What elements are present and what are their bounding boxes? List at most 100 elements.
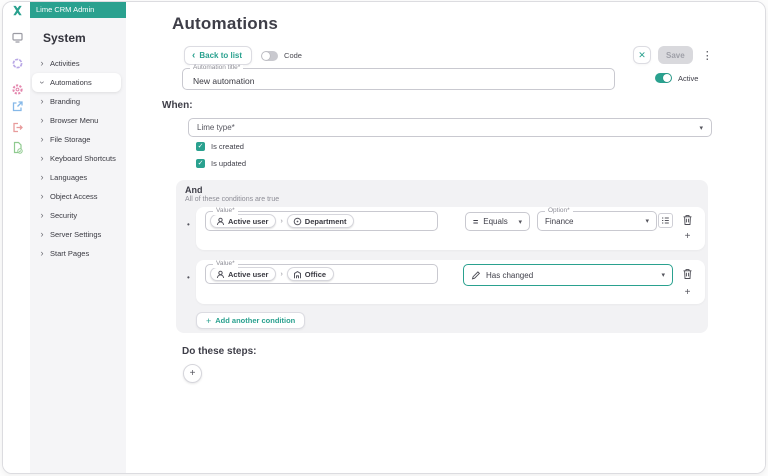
- add-another-condition-button[interactable]: + Add another condition: [196, 312, 306, 329]
- chip-label: Active user: [228, 269, 269, 279]
- conditions-container: And All of these conditions are true • V…: [176, 180, 708, 333]
- close-icon: ✕: [638, 49, 646, 60]
- chevron-right-icon: ›: [40, 134, 44, 144]
- sidebar-item-keyboard-shortcuts[interactable]: › Keyboard Shortcuts: [32, 149, 121, 168]
- app-window: Lime CRM Admin System › Activities › Autom…: [2, 1, 766, 474]
- office-icon: [293, 270, 301, 278]
- sidebar-item-security[interactable]: › Security: [32, 206, 121, 225]
- chevron-down-icon: ▾: [661, 272, 665, 279]
- sidebar-item-label: Browser Menu: [50, 116, 99, 125]
- operator-select[interactable]: = Equals ▾: [465, 212, 530, 231]
- delete-condition-button[interactable]: [682, 214, 693, 226]
- sidebar-heading: System: [43, 31, 86, 45]
- close-button[interactable]: ✕: [633, 46, 651, 64]
- chevron-left-icon: ‹: [192, 49, 196, 61]
- sidebar-item-start-pages[interactable]: › Start Pages: [32, 244, 121, 263]
- is-updated-checkbox[interactable]: ✓: [196, 159, 205, 168]
- when-heading: When:: [162, 100, 193, 111]
- export-icon[interactable]: [10, 99, 24, 113]
- condition-row: Value* Active user › Department = Equals…: [196, 207, 705, 250]
- option-label: Option*: [545, 207, 573, 215]
- active-user-chip[interactable]: Active user: [210, 267, 277, 281]
- toolbar-left: ‹ Back to list Code: [184, 46, 302, 65]
- save-button[interactable]: Save: [658, 46, 693, 64]
- relation-icon: [293, 217, 302, 225]
- logout-icon[interactable]: [10, 120, 24, 134]
- document-check-icon[interactable]: [10, 140, 24, 154]
- user-icon: [216, 217, 225, 225]
- app-title: Lime CRM Admin: [30, 2, 126, 18]
- code-toggle[interactable]: [261, 50, 279, 61]
- lime-type-select[interactable]: Lime type* ▾: [188, 118, 712, 137]
- back-to-list-button[interactable]: ‹ Back to list: [184, 46, 253, 65]
- operator-select-focused[interactable]: Has changed ▾: [463, 264, 673, 286]
- bullet-icon: •: [187, 273, 190, 282]
- conditions-heading: And: [185, 185, 203, 195]
- operator-value: Equals: [483, 217, 508, 226]
- office-chip[interactable]: Office: [286, 267, 335, 281]
- chip-label: Department: [304, 216, 347, 226]
- chevron-right-icon: ›: [40, 58, 44, 68]
- pencil-icon: [471, 271, 481, 280]
- sidebar-item-browser-menu[interactable]: › Browser Menu: [32, 111, 121, 130]
- sidebar-item-label: Start Pages: [50, 249, 90, 258]
- value-field-label: Value*: [213, 260, 238, 268]
- lime-type-placeholder: Lime type*: [197, 123, 235, 132]
- sidebar-item-label: Branding: [50, 97, 81, 106]
- is-updated-checkbox-row: ✓ Is updated: [196, 159, 246, 168]
- sidebar-item-languages[interactable]: › Languages: [32, 168, 121, 187]
- active-toggle[interactable]: [655, 73, 672, 83]
- automation-title-field[interactable]: Automation title* New automation: [182, 64, 615, 90]
- chevron-right-icon: ›: [40, 210, 44, 220]
- automation-title-value: New automation: [193, 76, 255, 86]
- sidebar-item-label: Automations: [50, 78, 92, 87]
- delete-condition-button[interactable]: [682, 268, 693, 280]
- conditions-subheading: All of these conditions are true: [185, 196, 280, 203]
- condition-value-field[interactable]: Value* Active user › Office: [205, 260, 438, 284]
- operator-value: Has changed: [486, 270, 534, 280]
- chevron-right-icon: ›: [40, 248, 44, 258]
- chevron-down-icon: ▾: [699, 124, 703, 132]
- check-icon: ✓: [197, 160, 204, 167]
- toggle-knob: [663, 74, 671, 82]
- chip-label: Active user: [228, 216, 269, 226]
- option-value: Finance: [545, 216, 574, 226]
- steps-heading: Do these steps:: [182, 346, 257, 357]
- department-chip[interactable]: Department: [286, 214, 355, 228]
- sidebar-item-file-storage[interactable]: › File Storage: [32, 130, 121, 149]
- check-icon: ✓: [197, 143, 204, 150]
- active-user-chip[interactable]: Active user: [210, 214, 277, 228]
- sidebar-item-label: Keyboard Shortcuts: [50, 154, 116, 163]
- sidebar-item-activities[interactable]: › Activities: [32, 54, 121, 73]
- add-sub-condition-button[interactable]: +: [682, 287, 693, 298]
- sidebar-item-branding[interactable]: › Branding: [32, 92, 121, 111]
- toolbar-right: ✕ Save ⋮: [633, 46, 713, 64]
- chip-separator-icon: ›: [280, 217, 283, 225]
- icon-rail: [3, 2, 30, 473]
- add-step-button[interactable]: +: [183, 364, 202, 383]
- condition-value-field[interactable]: Value* Active user › Department: [205, 207, 438, 231]
- sidebar-item-object-access[interactable]: › Object Access: [32, 187, 121, 206]
- chip-separator-icon: ›: [280, 270, 283, 278]
- kebab-menu-icon[interactable]: ⋮: [702, 49, 713, 62]
- display-icon[interactable]: [10, 30, 24, 44]
- chevron-right-icon: ›: [40, 229, 44, 239]
- sidebar-item-automations[interactable]: › Automations: [32, 73, 121, 92]
- ring-icon[interactable]: [10, 56, 24, 70]
- gear-icon[interactable]: [10, 82, 24, 96]
- sidebar-item-server-settings[interactable]: › Server Settings: [32, 225, 121, 244]
- sidebar-item-label: Object Access: [50, 192, 98, 201]
- bullet-icon: •: [187, 220, 190, 229]
- lime-logo-icon[interactable]: [10, 4, 24, 18]
- chevron-down-icon: ▾: [645, 218, 649, 225]
- value-field-label: Value*: [213, 207, 238, 215]
- add-sub-condition-button[interactable]: +: [682, 231, 693, 242]
- option-select[interactable]: Option* Finance ▾: [537, 207, 657, 231]
- add-another-condition-label: Add another condition: [215, 316, 296, 325]
- sidebar-item-label: Activities: [50, 59, 80, 68]
- equals-icon: =: [473, 216, 479, 227]
- chevron-down-icon: ▾: [518, 218, 522, 226]
- option-list-button[interactable]: [658, 213, 673, 228]
- page-title: Automations: [172, 14, 279, 33]
- is-created-checkbox[interactable]: ✓: [196, 142, 205, 151]
